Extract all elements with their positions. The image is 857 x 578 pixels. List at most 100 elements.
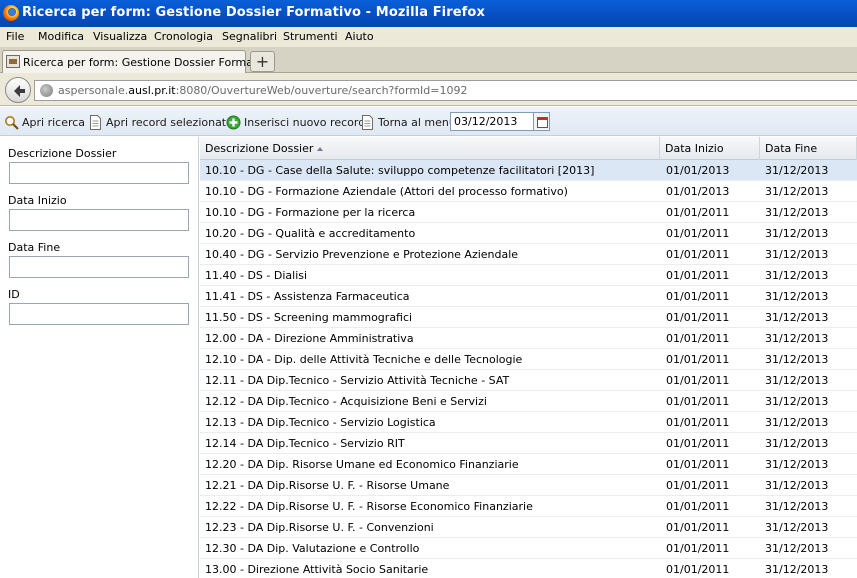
cell-data-fine: 31/12/2013 xyxy=(765,479,829,492)
window-title: Ricerca per form: Gestione Dossier Forma… xyxy=(22,5,485,20)
cell-data-inizio: 01/01/2011 xyxy=(666,227,730,240)
cell-data-fine: 31/12/2013 xyxy=(765,416,829,429)
cell-data-fine: 31/12/2013 xyxy=(765,563,829,576)
app-toolbar: Apri ricerca Apri record selezionato Ins… xyxy=(0,107,857,136)
cell-data-inizio: 01/01/2011 xyxy=(666,563,730,576)
table-row[interactable]: 12.10 - DA - Dip. delle Attività Tecnich… xyxy=(200,349,857,370)
cell-data-fine: 31/12/2013 xyxy=(765,311,829,324)
table-row[interactable]: 10.10 - DG - Formazione Aziendale (Attor… xyxy=(200,181,857,202)
date-input[interactable] xyxy=(450,112,534,131)
descrizione-dossier-label: Descrizione Dossier xyxy=(8,147,117,160)
cell-descrizione: 12.21 - DA Dip.Risorse U. F. - Risorse U… xyxy=(205,479,450,492)
tab-active[interactable]: Ricerca per form: Gestione Dossier Forma… xyxy=(2,50,274,73)
cell-data-inizio: 01/01/2011 xyxy=(666,500,730,513)
menu-file[interactable]: File xyxy=(6,30,24,43)
menu-aiuto[interactable]: Aiuto xyxy=(345,30,374,43)
cell-descrizione: 11.41 - DS - Assistenza Farmaceutica xyxy=(205,290,410,303)
id-label: ID xyxy=(8,288,20,301)
cell-data-fine: 31/12/2013 xyxy=(765,332,829,345)
menu-bar: File Modifica Visualizza Cronologia Segn… xyxy=(0,27,857,47)
cell-data-inizio: 01/01/2011 xyxy=(666,290,730,303)
table-row[interactable]: 12.12 - DA Dip.Tecnico - Acquisizione Be… xyxy=(200,391,857,412)
cell-data-fine: 31/12/2013 xyxy=(765,458,829,471)
cell-descrizione: 12.20 - DA Dip. Risorse Umane ed Economi… xyxy=(205,458,519,471)
cell-descrizione: 12.22 - DA Dip.Risorse U. F. - Risorse E… xyxy=(205,500,533,513)
cell-data-inizio: 01/01/2011 xyxy=(666,353,730,366)
table-row[interactable]: 10.10 - DG - Case della Salute: sviluppo… xyxy=(200,160,857,181)
table-row[interactable]: 12.20 - DA Dip. Risorse Umane ed Economi… xyxy=(200,454,857,475)
magnifier-icon xyxy=(5,116,19,130)
url-bar[interactable]: aspersonale.ausl.pr.it:8080/OuvertureWeb… xyxy=(34,80,857,101)
cell-descrizione: 12.12 - DA Dip.Tecnico - Acquisizione Be… xyxy=(205,395,487,408)
data-fine-label: Data Fine xyxy=(8,241,61,254)
column-header-data-inizio[interactable]: Data Inizio xyxy=(660,137,760,160)
table-row[interactable]: 12.23 - DA Dip.Risorse U. F. - Convenzio… xyxy=(200,517,857,538)
id-field[interactable] xyxy=(9,303,189,325)
cell-descrizione: 10.20 - DG - Qualità e accreditamento xyxy=(205,227,416,240)
menu-modifica[interactable]: Modifica xyxy=(38,30,84,43)
cell-data-inizio: 01/01/2011 xyxy=(666,416,730,429)
cell-data-inizio: 01/01/2011 xyxy=(666,206,730,219)
cell-descrizione: 12.11 - DA Dip.Tecnico - Servizio Attivi… xyxy=(205,374,510,387)
table-row[interactable]: 10.20 - DG - Qualità e accreditamento 01/… xyxy=(200,223,857,244)
menu-segnalibri[interactable]: Segnalibri xyxy=(222,30,277,43)
cell-descrizione: 12.30 - DA Dip. Valutazione e Controllo xyxy=(205,542,420,555)
cell-data-fine: 31/12/2013 xyxy=(765,185,829,198)
menu-strumenti[interactable]: Strumenti xyxy=(283,30,338,43)
site-identity-icon[interactable] xyxy=(40,84,53,97)
table-row[interactable]: 12.11 - DA Dip.Tecnico - Servizio Attivi… xyxy=(200,370,857,391)
cell-descrizione: 10.10 - DG - Case della Salute: sviluppo… xyxy=(205,164,595,177)
calendar-icon[interactable] xyxy=(534,112,550,131)
cell-data-inizio: 01/01/2011 xyxy=(666,311,730,324)
cell-data-fine: 31/12/2013 xyxy=(765,521,829,534)
back-arrow-icon xyxy=(14,85,25,97)
cell-data-fine: 31/12/2013 xyxy=(765,164,829,177)
cell-descrizione: 12.14 - DA Dip.Tecnico - Servizio RIT xyxy=(205,437,405,450)
grid-header: Descrizione Dossier Data Inizio Data Fin… xyxy=(200,137,857,160)
cell-descrizione: 10.10 - DG - Formazione per la ricerca xyxy=(205,206,416,219)
table-row[interactable]: 12.00 - DA - Direzione Amministrativa 01/… xyxy=(200,328,857,349)
cell-data-inizio: 01/01/2013 xyxy=(666,164,730,177)
descrizione-dossier-field[interactable] xyxy=(9,162,189,184)
cell-data-fine: 31/12/2013 xyxy=(765,269,829,282)
table-row[interactable]: 11.41 - DS - Assistenza Farmaceutica 01/0… xyxy=(200,286,857,307)
table-row[interactable]: 12.21 - DA Dip.Risorse U. F. - Risorse U… xyxy=(200,475,857,496)
document-icon xyxy=(362,115,373,130)
menu-visualizza[interactable]: Visualizza xyxy=(93,30,147,43)
column-header-data-fine[interactable]: Data Fine xyxy=(760,137,857,160)
cell-data-inizio: 01/01/2013 xyxy=(666,185,730,198)
cell-data-inizio: 01/01/2011 xyxy=(666,479,730,492)
table-row[interactable]: 10.40 - DG - Servizio Prevenzione e Prot… xyxy=(200,244,857,265)
data-fine-field[interactable] xyxy=(9,256,189,278)
cell-data-fine: 31/12/2013 xyxy=(765,500,829,513)
cell-data-fine: 31/12/2013 xyxy=(765,227,829,240)
data-inizio-field[interactable] xyxy=(9,209,189,231)
table-row[interactable]: 11.40 - DS - Dialisi 01/01/2011 31/12/2013 xyxy=(200,265,857,286)
cell-data-inizio: 01/01/2011 xyxy=(666,437,730,450)
cell-descrizione: 10.10 - DG - Formazione Aziendale (Attor… xyxy=(205,185,568,198)
document-icon xyxy=(90,115,101,130)
table-row[interactable]: 12.22 - DA Dip.Risorse U. F. - Risorse E… xyxy=(200,496,857,517)
table-row[interactable]: 12.14 - DA Dip.Tecnico - Servizio RIT 01/… xyxy=(200,433,857,454)
cell-data-inizio: 01/01/2011 xyxy=(666,458,730,471)
menu-cronologia[interactable]: Cronologia xyxy=(154,30,213,43)
cell-data-fine: 31/12/2013 xyxy=(765,395,829,408)
cell-data-inizio: 01/01/2011 xyxy=(666,374,730,387)
table-row[interactable]: 11.50 - DS - Screening mammografici 01/01… xyxy=(200,307,857,328)
table-row[interactable]: 10.10 - DG - Formazione per la ricerca 01… xyxy=(200,202,857,223)
new-tab-button[interactable]: + xyxy=(250,51,275,72)
column-header-descrizione[interactable]: Descrizione Dossier xyxy=(200,137,660,160)
url-text: aspersonale.ausl.pr.it:8080/OuvertureWeb… xyxy=(58,84,468,97)
table-row[interactable]: 12.13 - DA Dip.Tecnico - Servizio Logist… xyxy=(200,412,857,433)
cell-descrizione: 11.40 - DS - Dialisi xyxy=(205,269,308,282)
cell-data-fine: 31/12/2013 xyxy=(765,542,829,555)
cell-descrizione: 12.13 - DA Dip.Tecnico - Servizio Logist… xyxy=(205,416,436,429)
table-row[interactable]: 12.30 - DA Dip. Valutazione e Controllo 0… xyxy=(200,538,857,559)
table-row[interactable]: 13.00 - Direzione Attività Socio Sanitar… xyxy=(200,559,857,578)
data-inizio-label: Data Inizio xyxy=(8,194,67,207)
page-favicon-icon xyxy=(6,55,20,68)
back-button[interactable] xyxy=(5,77,31,103)
cell-descrizione: 12.10 - DA - Dip. delle Attività Tecnich… xyxy=(205,353,523,366)
cell-descrizione: 12.00 - DA - Direzione Amministrativa xyxy=(205,332,414,345)
cell-data-fine: 31/12/2013 xyxy=(765,353,829,366)
